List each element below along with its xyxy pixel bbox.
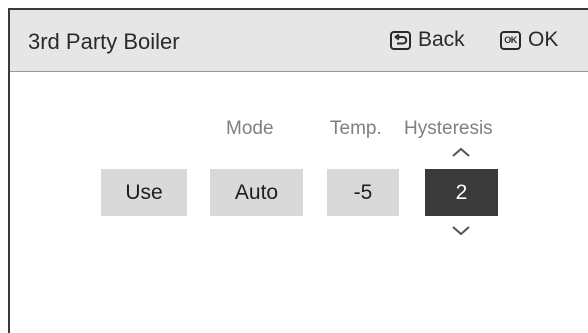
ok-label: OK — [528, 28, 559, 51]
hysteresis-column-label: Hysteresis — [404, 118, 493, 139]
temp-field[interactable]: -5 — [327, 169, 399, 216]
mode-column-label: Mode — [226, 118, 274, 139]
return-arrow-icon — [390, 30, 411, 50]
use-field[interactable]: Use — [101, 169, 187, 216]
ok-key-icon: OK — [500, 30, 521, 50]
page-title: 3rd Party Boiler — [28, 29, 180, 54]
chevron-down-icon[interactable] — [450, 225, 472, 237]
temp-column-label: Temp. — [330, 118, 382, 139]
header-bar: 3rd Party Boiler Back OK OK — [10, 10, 588, 72]
back-button[interactable]: Back — [390, 27, 465, 53]
hysteresis-field[interactable]: 2 — [425, 169, 498, 216]
mode-field[interactable]: Auto — [210, 169, 303, 216]
back-label: Back — [418, 28, 465, 51]
ok-key-text: OK — [504, 34, 517, 45]
ok-button[interactable]: OK OK — [500, 27, 558, 53]
chevron-up-icon[interactable] — [450, 146, 472, 158]
boiler-settings-screen: 3rd Party Boiler Back OK OK Mode Temp. H… — [0, 0, 588, 333]
